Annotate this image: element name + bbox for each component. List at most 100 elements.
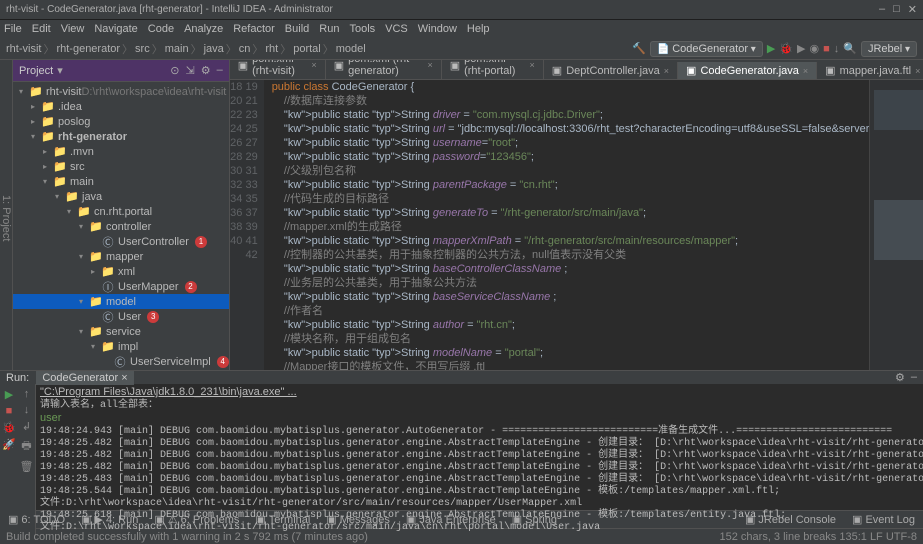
menu-build[interactable]: Build — [285, 23, 309, 35]
tree-row[interactable]: ⒸUser3 — [13, 309, 229, 324]
editor-tab[interactable]: ▣mapper.java.ftl× — [817, 62, 923, 79]
editor-tab[interactable]: ▣CodeGenerator.java× — [678, 62, 817, 79]
run-icon[interactable]: ▶ — [767, 42, 775, 55]
rerun-icon[interactable]: ▶ — [5, 388, 13, 401]
trash-icon[interactable]: 🗑 — [20, 460, 34, 473]
menu-code[interactable]: Code — [148, 23, 174, 35]
project-tool-button[interactable]: 1: Project — [0, 195, 12, 241]
breadcrumb-item[interactable]: portal — [293, 43, 321, 55]
close-tab-icon[interactable]: × — [664, 66, 669, 76]
close-tab-icon[interactable]: × — [530, 60, 535, 70]
tree-row[interactable]: ▾📁rht-visit D:\rht\workspace\idea\rht-vi… — [13, 84, 229, 99]
tree-row[interactable]: ⒸUserController1 — [13, 234, 229, 249]
project-tree[interactable]: ▾📁rht-visit D:\rht\workspace\idea\rht-vi… — [13, 82, 229, 370]
stop-icon[interactable]: ■ — [823, 43, 830, 55]
rocket-icon[interactable]: 🚀 — [2, 438, 16, 451]
maximize-icon[interactable]: □ — [893, 3, 900, 16]
print-icon[interactable]: 🖶 — [21, 437, 31, 456]
search-icon[interactable]: 🔍 — [843, 42, 857, 55]
close-tab-icon[interactable]: × — [915, 66, 920, 76]
menu-navigate[interactable]: Navigate — [94, 23, 137, 35]
stop-icon[interactable]: ■ — [6, 405, 13, 417]
breadcrumb-item[interactable]: rht-generator — [56, 43, 120, 55]
editor-tab[interactable]: ▣pom.xml (rht-visit)× — [230, 60, 326, 79]
tool-run[interactable]: ▣ ▶ 4: Run — [73, 513, 146, 526]
menu-edit[interactable]: Edit — [32, 23, 51, 35]
debug-icon[interactable]: 🐞 — [779, 42, 793, 55]
tree-row[interactable]: ▾📁impl — [13, 339, 229, 354]
wrap-icon[interactable]: ↲ — [22, 420, 31, 433]
close-tab-icon[interactable]: × — [427, 60, 432, 70]
editor-tab[interactable]: ▣pom.xml (rht-generator)× — [326, 60, 442, 79]
tree-row[interactable]: ▾📁service — [13, 324, 229, 339]
menu-refactor[interactable]: Refactor — [233, 23, 275, 35]
tree-row[interactable]: ▾📁cn.rht.portal — [13, 204, 229, 219]
tree-row[interactable]: ▸📁.idea — [13, 99, 229, 114]
close-tab-icon[interactable]: × — [803, 66, 808, 76]
tree-row[interactable]: ▾📁java — [13, 189, 229, 204]
left-tool-strip[interactable]: 1: Project — [0, 60, 13, 370]
menu-tools[interactable]: Tools — [349, 23, 375, 35]
editor-tab[interactable]: ▣DeptController.java× — [544, 62, 678, 79]
menu-analyze[interactable]: Analyze — [184, 23, 223, 35]
event-log-button[interactable]: ▣ Event Log — [844, 513, 923, 526]
code-lines[interactable]: public class CodeGenerator { //数据库连接参数 "… — [264, 80, 870, 370]
debug-icon[interactable]: 🐞 — [2, 421, 16, 434]
gear-icon[interactable]: ⚙ — [201, 64, 211, 77]
gear-icon[interactable]: ⚙ — [895, 371, 905, 384]
run-panel-tab[interactable]: CodeGenerator × — [36, 371, 133, 385]
tree-row[interactable]: ▾📁controller — [13, 219, 229, 234]
menu-view[interactable]: View — [61, 23, 85, 35]
breadcrumb-item[interactable]: java — [204, 43, 224, 55]
menu-help[interactable]: Help — [467, 23, 490, 35]
hide-icon[interactable]: – — [217, 64, 223, 77]
code-editor[interactable]: 18 19 20 21 22 23 24 25 26 27 28 29 30 3… — [230, 80, 923, 370]
breadcrumb[interactable]: rht-visit〉rht-generator〉src〉main〉java〉cn… — [6, 41, 628, 57]
tree-row[interactable]: ▸📁xml — [13, 264, 229, 279]
menu-run[interactable]: Run — [319, 23, 339, 35]
run-config-selector[interactable]: 📄 CodeGenerator ▾ — [650, 41, 763, 57]
hide-icon[interactable]: – — [911, 371, 917, 384]
coverage-icon[interactable]: ▶ — [797, 42, 805, 55]
scrollbar-minimap[interactable] — [869, 80, 923, 370]
down-icon[interactable]: ↓ — [24, 404, 30, 416]
vcs-icon[interactable]: ↓ — [834, 43, 840, 55]
menu-file[interactable]: File — [4, 23, 22, 35]
breadcrumb-item[interactable]: src — [135, 43, 150, 55]
breadcrumb-item[interactable]: main — [165, 43, 189, 55]
close-tab-icon[interactable]: × — [311, 60, 316, 70]
tree-row[interactable]: ▸📁poslog — [13, 114, 229, 129]
minimize-icon[interactable]: – — [879, 3, 885, 16]
profile-icon[interactable]: ◉ — [809, 42, 819, 55]
tree-row[interactable]: ▸📁.mvn — [13, 144, 229, 159]
tool-java enterprise[interactable]: ▣ Java Enterprise — [398, 513, 504, 526]
jrebel-console-button[interactable]: ▣ JRebel Console — [737, 513, 844, 526]
select-opened-icon[interactable]: ⊙ — [170, 64, 179, 77]
breadcrumb-item[interactable]: rht — [265, 43, 278, 55]
close-icon[interactable]: ✕ — [908, 3, 917, 16]
tool-problems[interactable]: ▣ ⚠ 6: Problems — [146, 513, 247, 526]
editor-tab[interactable]: ▣pom.xml (rht-portal)× — [442, 60, 544, 79]
breadcrumb-item[interactable]: rht-visit — [6, 43, 41, 55]
breadcrumb-item[interactable]: cn — [239, 43, 251, 55]
run-toolbar: 🔨 📄 CodeGenerator ▾ ▶ 🐞 ▶ ◉ ■ ↓ 🔍 JRebel… — [632, 41, 917, 57]
chevron-down-icon[interactable]: ▾ — [57, 64, 63, 77]
tree-row[interactable]: ▾📁model — [13, 294, 229, 309]
tree-row[interactable]: ⒾUserMapper2 — [13, 279, 229, 294]
up-icon[interactable]: ↑ — [24, 388, 30, 400]
tree-row[interactable]: ▾📁mapper — [13, 249, 229, 264]
jrebel-selector[interactable]: JRebel ▾ — [861, 41, 917, 57]
menu-window[interactable]: Window — [418, 23, 457, 35]
tree-row[interactable]: ▾📁rht-generator — [13, 129, 229, 144]
menu-vcs[interactable]: VCS — [385, 23, 408, 35]
tool-todo[interactable]: ▣ 6: TODO — [0, 513, 73, 526]
hammer-icon[interactable]: 🔨 — [632, 42, 646, 55]
breadcrumb-item[interactable]: model — [336, 43, 366, 55]
tree-row[interactable]: ▾📁main — [13, 174, 229, 189]
tool-spring[interactable]: ▣ Spring — [504, 513, 565, 526]
tree-row[interactable]: ⒸUserServiceImpl4 — [13, 354, 229, 369]
tree-row[interactable]: ▸📁src — [13, 159, 229, 174]
tool-messages[interactable]: ▣ Messages — [318, 513, 398, 526]
expand-all-icon[interactable]: ⇲ — [185, 64, 194, 77]
tool-terminal[interactable]: ▣ Terminal — [247, 513, 318, 526]
